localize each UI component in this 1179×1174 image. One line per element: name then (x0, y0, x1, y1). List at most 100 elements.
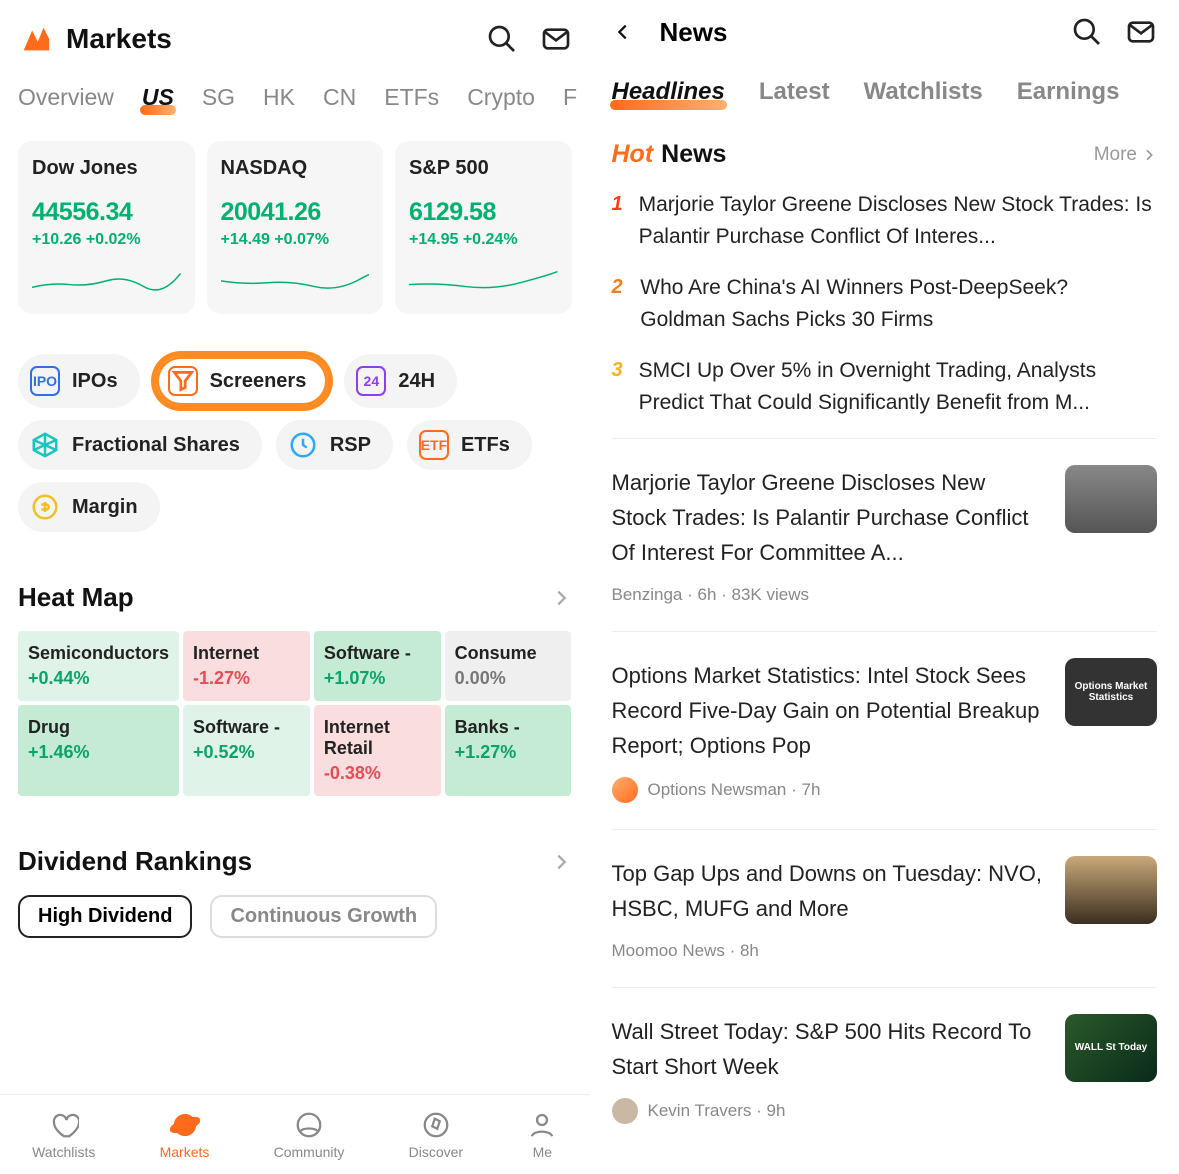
more-link[interactable]: More (1094, 144, 1157, 166)
index-value: 20041.26 (221, 198, 370, 227)
hot-news-label: HotNews (612, 140, 727, 169)
news-article[interactable]: Marjorie Taylor Greene Discloses New Sto… (612, 465, 1158, 632)
news-tab-watchlists[interactable]: Watchlists (864, 78, 983, 106)
heat-cell[interactable]: Banks - +1.27% (445, 705, 572, 796)
heatmap-header[interactable]: Heat Map (18, 582, 572, 613)
author-avatar-icon (612, 1098, 638, 1124)
chip-margin[interactable]: Margin (18, 482, 160, 532)
markets-icon (170, 1110, 200, 1140)
heat-pct: +0.52% (193, 742, 300, 763)
chip-ipos[interactable]: IPOIPOs (18, 354, 140, 408)
heat-cell[interactable]: Internet Retail-0.38% (314, 705, 441, 796)
hot-news-item[interactable]: 1 Marjorie Taylor Greene Discloses New St… (612, 189, 1158, 252)
heatmap-title: Heat Map (18, 582, 134, 613)
back-icon[interactable] (612, 21, 634, 43)
article-thumbnail (1065, 465, 1157, 533)
mail-icon[interactable] (540, 23, 572, 55)
news-article[interactable]: Options Market Statistics: Intel Stock S… (612, 658, 1158, 831)
nav-community[interactable]: Community (274, 1110, 345, 1160)
heat-cell[interactable]: Semiconductors+0.44% (18, 631, 179, 701)
article-title: Wall Street Today: S&P 500 Hits Record T… (612, 1014, 1046, 1084)
index-card-dow-jones[interactable]: Dow Jones 44556.34 +10.26 +0.02% (18, 141, 195, 314)
news-header: News (612, 16, 1158, 48)
dividend-pill[interactable]: Continuous Growth (210, 895, 437, 938)
chip-label: ETFs (461, 434, 510, 457)
nav-discover[interactable]: Discover (409, 1110, 463, 1160)
heat-pct: -1.27% (193, 668, 300, 689)
heat-cell[interactable]: Internet -1.27% (183, 631, 310, 701)
chip-24h[interactable]: 2424H (344, 354, 457, 408)
news-tab-headlines[interactable]: Headlines (612, 78, 725, 106)
hot-news-list: 1 Marjorie Taylor Greene Discloses New St… (612, 189, 1158, 418)
index-card-nasdaq[interactable]: NASDAQ 20041.26 +14.49 +0.07% (207, 141, 384, 314)
bottom-nav: Watchlists Markets Community Discover Me (0, 1094, 590, 1174)
header-actions (486, 23, 572, 55)
index-change: +14.95 +0.24% (409, 231, 558, 249)
divider (612, 438, 1158, 439)
heat-pct: +1.46% (28, 742, 169, 763)
market-tab-sg[interactable]: SG (202, 84, 235, 111)
news-tab-earnings[interactable]: Earnings (1017, 78, 1120, 106)
heat-pct: +1.27% (455, 742, 562, 763)
hot-headline: Marjorie Taylor Greene Discloses New Sto… (639, 189, 1157, 252)
me-icon (527, 1110, 557, 1140)
chevron-right-icon (550, 587, 572, 609)
heat-cell[interactable]: Drug+1.46% (18, 705, 179, 796)
hot-headline: Who Are China's AI Winners Post-DeepSeek… (640, 272, 1157, 335)
article-thumbnail: Options Market Statistics (1065, 658, 1157, 726)
article-meta: Benzinga · 6h · 83K views (612, 585, 1046, 605)
market-tabs: OverviewUSSGHKCNETFsCryptoF (18, 84, 572, 111)
market-tab-us[interactable]: US (142, 84, 174, 111)
chip-label: 24H (398, 370, 435, 393)
dividend-header[interactable]: Dividend Rankings (18, 846, 572, 877)
market-tab-cn[interactable]: CN (323, 84, 356, 111)
hot-news-header[interactable]: HotNews More (612, 140, 1158, 169)
chip-screeners[interactable]: Screeners (154, 354, 331, 408)
chip-fractional-shares[interactable]: Fractional Shares (18, 420, 262, 470)
mail-icon[interactable] (1125, 16, 1157, 48)
news-tab-latest[interactable]: Latest (759, 78, 830, 106)
news-title: News (660, 17, 728, 48)
nav-label: Community (274, 1144, 345, 1160)
chip-etfs[interactable]: ETFETFs (407, 420, 532, 470)
heat-cell[interactable]: Software -+1.07% (314, 631, 441, 701)
markets-header: Markets (18, 22, 572, 56)
nav-label: Me (533, 1144, 552, 1160)
heat-name: Internet (193, 643, 300, 664)
index-cards: Dow Jones 44556.34 +10.26 +0.02% NASDAQ … (18, 141, 572, 314)
nav-me[interactable]: Me (527, 1110, 557, 1160)
index-name: S&P 500 (409, 157, 558, 180)
market-tab-crypto[interactable]: Crypto (467, 84, 535, 111)
market-tab-f[interactable]: F (563, 84, 577, 111)
hot-rank: 3 (612, 355, 623, 385)
search-icon[interactable] (1071, 16, 1103, 48)
hot-news-item[interactable]: 2 Who Are China's AI Winners Post-DeepSee… (612, 272, 1158, 335)
hot-news-item[interactable]: 3SMCI Up Over 5% in Overnight Trading, A… (612, 355, 1158, 418)
tool-chips: IPOIPOs Screeners2424H Fractional Shares RS… (18, 354, 572, 532)
heat-cell[interactable]: Software -+0.52% (183, 705, 310, 796)
chip-rsp[interactable]: RSP (276, 420, 393, 470)
chevron-right-icon (550, 851, 572, 873)
nav-label: Markets (160, 1144, 210, 1160)
dividend-pill[interactable]: High Dividend (18, 895, 192, 938)
market-tab-hk[interactable]: HK (263, 84, 295, 111)
heat-name: Banks - (455, 717, 562, 738)
news-article[interactable]: Top Gap Ups and Downs on Tuesday: NVO, H… (612, 856, 1158, 987)
heat-name: Internet Retail (324, 717, 431, 759)
hot-rank: 2 (612, 272, 625, 302)
heat-name: Semiconductors (28, 643, 169, 664)
index-card-s-p-500[interactable]: S&P 500 6129.58 +14.95 +0.24% (395, 141, 572, 314)
news-tabs: Headlines Latest Watchlists Earnings (612, 78, 1158, 106)
nav-label: Discover (409, 1144, 463, 1160)
market-tab-etfs[interactable]: ETFs (384, 84, 439, 111)
hot-rank: 1 (612, 189, 623, 219)
search-icon[interactable] (486, 23, 518, 55)
news-article[interactable]: Wall Street Today: S&P 500 Hits Record T… (612, 1014, 1158, 1150)
nav-watchlists[interactable]: Watchlists (32, 1110, 95, 1160)
heat-cell[interactable]: Consume0.00% (445, 631, 572, 701)
article-meta: Kevin Travers · 9h (612, 1098, 1046, 1124)
market-tab-overview[interactable]: Overview (18, 84, 114, 111)
nav-markets[interactable]: Markets (160, 1110, 210, 1160)
chip-label: Fractional Shares (72, 434, 240, 457)
chip-label: IPOs (72, 370, 118, 393)
